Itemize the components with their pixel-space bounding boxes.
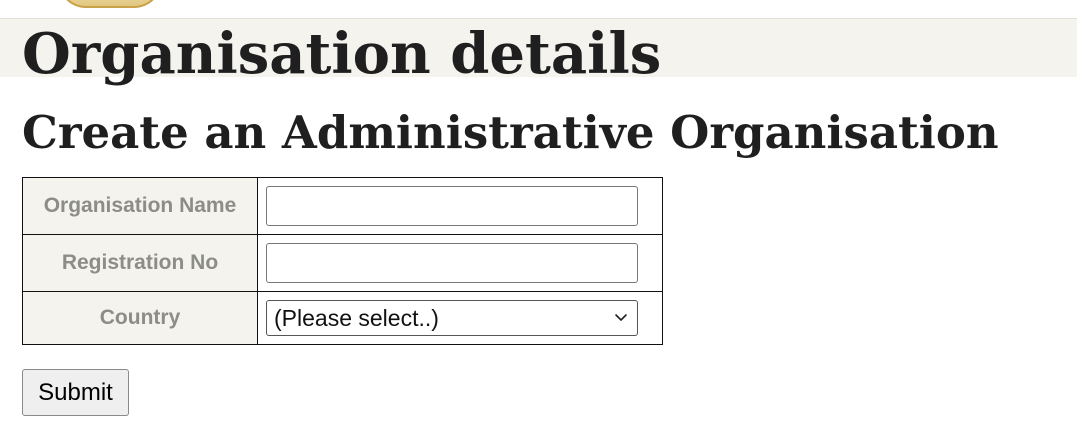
form-row-registration-no: Registration No xyxy=(22,234,663,292)
country-select[interactable]: (Please select..) xyxy=(266,300,638,336)
organisation-name-label: Organisation Name xyxy=(22,177,258,235)
page: Organisation details Create an Administr… xyxy=(0,0,1077,434)
form-heading: Create an Administrative Organisation xyxy=(22,106,999,159)
chevron-down-icon xyxy=(615,314,627,321)
country-label: Country xyxy=(22,291,258,345)
country-cell: (Please select..) xyxy=(257,291,663,345)
form-row-country: Country (Please select..) xyxy=(22,291,663,345)
emblem-logo-icon xyxy=(58,0,162,8)
registration-no-cell xyxy=(257,234,663,292)
submit-button[interactable]: Submit xyxy=(22,369,129,416)
registration-no-input[interactable] xyxy=(266,243,638,283)
organisation-name-cell xyxy=(257,177,663,235)
form-row-organisation-name: Organisation Name xyxy=(22,177,663,235)
organisation-name-input[interactable] xyxy=(266,186,638,226)
registration-no-label: Registration No xyxy=(22,234,258,292)
country-select-value: (Please select..) xyxy=(274,305,439,331)
organisation-form-table: Organisation Name Registration No Countr… xyxy=(22,177,663,345)
page-title: Organisation details xyxy=(22,21,662,87)
